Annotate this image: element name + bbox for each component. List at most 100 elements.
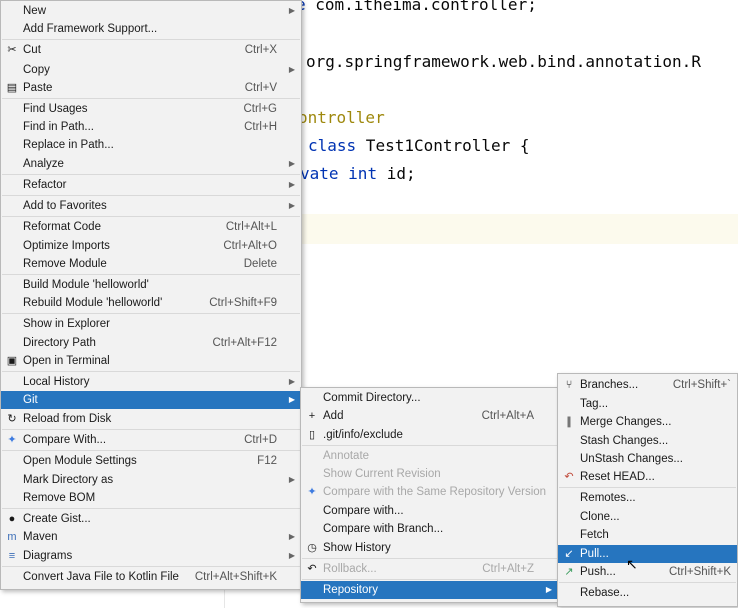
menu-item-label: Rebase... [580, 587, 630, 599]
repo-item-branches[interactable]: ⑂ Branches... Ctrl+Shift+` [558, 376, 737, 394]
code-line-package: e com.itheima.controller; [296, 0, 537, 14]
menu-item-maven[interactable]: m Maven ▶ [1, 528, 301, 546]
shortcut-label: Ctrl+Shift+` [672, 379, 731, 391]
submenu-arrow-icon: ▶ [288, 180, 295, 189]
menu-separator [2, 216, 300, 217]
git-item-show-current-revision[interactable]: Show Current Revision [301, 465, 558, 483]
shortcut-label: Ctrl+D [244, 434, 277, 446]
menu-item-add-framework-support[interactable]: Add Framework Support... [1, 20, 301, 38]
menu-item-add-to-favorites[interactable]: Add to Favorites ▶ [1, 197, 301, 215]
repo-item-remotes[interactable]: Remotes... [558, 489, 737, 507]
menu-item-label: Stash Changes... [580, 435, 669, 447]
menu-item-label: Convert Java File to Kotlin File [23, 571, 179, 583]
menu-item-diagrams[interactable]: ≡ Diagrams ▶ [1, 547, 301, 565]
menu-item-local-history[interactable]: Local History ▶ [1, 373, 301, 391]
menu-item-label: Paste [23, 82, 53, 94]
repo-item-pull[interactable]: ↙ Pull... [558, 545, 737, 563]
current-line-highlight [296, 214, 738, 244]
compare-icon: ✦ [307, 486, 317, 498]
repo-item-stash-changes[interactable]: Stash Changes... [558, 432, 737, 450]
menu-item-reformat-code[interactable]: Reformat Code Ctrl+Alt+L [1, 218, 301, 236]
shortcut-label: Ctrl+Alt+Shift+K [194, 571, 277, 583]
menu-item-label: Mark Directory as [23, 474, 114, 486]
menu-item-directory-path[interactable]: Directory Path Ctrl+Alt+F12 [1, 334, 301, 352]
shortcut-label: Ctrl+Alt+L [225, 221, 277, 233]
git-item-show-history[interactable]: ◷ Show History [301, 539, 558, 557]
submenu-arrow-icon: ▶ [288, 6, 295, 15]
menu-item-show-in-explorer[interactable]: Show in Explorer [1, 315, 301, 333]
git-item-rollback[interactable]: ↶ Rollback... Ctrl+Alt+Z [301, 560, 558, 578]
git-item-compare-with[interactable]: Compare with... [301, 502, 558, 520]
pull-icon: ↙ [564, 548, 574, 560]
repo-item-reset-head[interactable]: ↶ Reset HEAD... [558, 468, 737, 486]
git-item-repository[interactable]: Repository ▶ [301, 581, 558, 599]
repo-item-clone[interactable]: Clone... [558, 508, 737, 526]
plus-icon: + [308, 410, 316, 422]
file-icon: ▯ [308, 429, 316, 441]
menu-item-open-in-terminal[interactable]: ▣ Open in Terminal [1, 352, 301, 370]
git-item-compare-with-the-same-repository-version[interactable]: ✦ Compare with the Same Repository Versio… [301, 483, 558, 501]
menu-item-label: Tag... [580, 398, 609, 410]
menu-item-label: Show Current Revision [323, 468, 441, 480]
menu-separator [2, 195, 300, 196]
menu-item-open-module-settings[interactable]: Open Module Settings F12 [1, 452, 301, 470]
repo-item-rebase[interactable]: Rebase... [558, 584, 737, 602]
menu-item-label: Maven [23, 531, 58, 543]
menu-item-remove-module[interactable]: Remove Module Delete [1, 255, 301, 273]
menu-item-find-in-path[interactable]: Find in Path... Ctrl+H [1, 118, 301, 136]
menu-item-analyze[interactable]: Analyze ▶ [1, 155, 301, 173]
menu-item-copy[interactable]: Copy ▶ [1, 61, 301, 79]
menu-separator [2, 274, 300, 275]
menu-item-label: Find in Path... [23, 121, 94, 133]
menu-item-label: Directory Path [23, 337, 96, 349]
menu-item-git[interactable]: Git ▶ [1, 391, 301, 409]
shortcut-label: Ctrl+Shift+F9 [209, 297, 277, 309]
menu-item-mark-directory-as[interactable]: Mark Directory as ▶ [1, 471, 301, 489]
submenu-arrow-icon: ▶ [288, 532, 295, 541]
git-item-commit-directory[interactable]: Commit Directory... [301, 389, 558, 407]
menu-item-optimize-imports[interactable]: Optimize Imports Ctrl+Alt+O [1, 237, 301, 255]
menu-item-label: Push... [580, 566, 616, 578]
menu-item-label: Reset HEAD... [580, 471, 655, 483]
clipboard-icon: ▤ [6, 82, 18, 94]
menu-item-label: Repository [323, 584, 378, 596]
git-item-git-info-exclude[interactable]: ▯ .git/info/exclude [301, 426, 558, 444]
menu-item-convert-java-file-to-kotlin-file[interactable]: Convert Java File to Kotlin File Ctrl+Alt… [1, 568, 301, 586]
shortcut-label: Ctrl+Shift+K [669, 566, 731, 578]
repo-item-unstash-changes[interactable]: UnStash Changes... [558, 450, 737, 468]
menu-item-paste[interactable]: ▤ Paste Ctrl+V [1, 79, 301, 97]
menu-separator [559, 582, 736, 583]
git-item-compare-with-branch[interactable]: Compare with Branch... [301, 520, 558, 538]
git-item-add[interactable]: + Add Ctrl+Alt+A [301, 407, 558, 425]
menu-item-create-gist[interactable]: ● Create Gist... [1, 510, 301, 528]
submenu-arrow-icon: ▶ [288, 159, 295, 168]
repo-item-fetch[interactable]: Fetch [558, 526, 737, 544]
menu-item-rebuild-module-helloworld[interactable]: Rebuild Module 'helloworld' Ctrl+Shift+F9 [1, 294, 301, 312]
menu-item-label: Add [323, 410, 344, 422]
menu-item-label: Show History [323, 542, 391, 554]
menu-item-new[interactable]: New ▶ [1, 2, 301, 20]
menu-item-build-module-helloworld[interactable]: Build Module 'helloworld' [1, 276, 301, 294]
menu-item-label: Refactor [23, 179, 67, 191]
menu-item-label: Rollback... [323, 563, 377, 575]
menu-item-cut[interactable]: ✂ Cut Ctrl+X [1, 41, 301, 59]
repo-item-tag[interactable]: Tag... [558, 395, 737, 413]
compare-icon: ✦ [7, 434, 17, 446]
repo-item-merge-changes[interactable]: ∥ Merge Changes... [558, 413, 737, 431]
shortcut-label: F12 [257, 455, 277, 467]
menu-item-remove-bom[interactable]: Remove BOM [1, 489, 301, 507]
menu-item-refactor[interactable]: Refactor ▶ [1, 176, 301, 194]
menu-item-label: Analyze [23, 158, 64, 170]
repo-item-push[interactable]: ↗ Push... Ctrl+Shift+K [558, 563, 737, 581]
menu-item-label: Diagrams [23, 550, 73, 562]
menu-separator [559, 487, 736, 488]
git-item-annotate[interactable]: Annotate [301, 447, 558, 465]
menu-item-reload-from-disk[interactable]: ↻ Reload from Disk [1, 410, 301, 428]
menu-separator [2, 429, 300, 430]
menu-item-find-usages[interactable]: Find Usages Ctrl+G [1, 100, 301, 118]
menu-separator [2, 371, 300, 372]
menu-item-compare-with[interactable]: ✦ Compare With... Ctrl+D [1, 431, 301, 449]
shortcut-label: Ctrl+H [244, 121, 277, 133]
menu-item-label: Cut [23, 44, 41, 56]
menu-item-replace-in-path[interactable]: Replace in Path... [1, 136, 301, 154]
